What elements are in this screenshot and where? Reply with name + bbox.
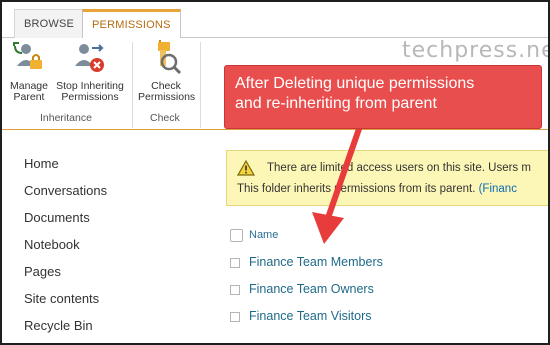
group-link-finance-team-owners[interactable]: Finance Team Owners [249,282,374,296]
screenshot-frame: BROWSE PERMISSIONS Manage Parent Stop In… [0,0,550,345]
manage-parent-icon [13,42,42,69]
row-checkbox[interactable] [230,258,240,268]
stop-inheriting-label-2: Permissions [61,91,119,103]
row-checkbox[interactable] [230,312,240,322]
warning-icon [237,160,255,176]
tab-permissions[interactable]: PERMISSIONS [82,9,181,39]
nav-item-conversations[interactable]: Conversations [24,182,107,209]
group-inheritance-label: Inheritance [40,112,92,124]
ribbon-tab-bar: BROWSE PERMISSIONS [2,2,548,39]
status-bar: There are limited access users on this s… [226,150,548,206]
manage-parent-button[interactable]: Manage Parent [8,40,50,103]
row-checkbox[interactable] [230,285,240,295]
watermark: techpress.net [402,38,550,63]
annotation-arrow [312,123,363,244]
nav-item-site-contents[interactable]: Site contents [24,290,107,317]
callout-line-2: and re-inheriting from parent [235,95,437,112]
check-permissions-icon [158,40,182,75]
nav-item-home[interactable]: Home [24,155,107,182]
nav-item-recycle-bin[interactable]: Recycle Bin [24,317,107,343]
select-all-checkbox[interactable] [230,229,243,242]
tab-browse[interactable]: BROWSE [14,9,85,38]
stop-inheriting-icon [75,44,104,72]
group-check-label: Check [150,112,180,124]
nav-item-pages[interactable]: Pages [24,263,107,290]
manage-parent-label-2: Parent [13,91,45,103]
ribbon-group-separator [132,42,133,128]
group-link-finance-team-members[interactable]: Finance Team Members [249,255,383,269]
stop-inheriting-permissions-button[interactable]: Stop Inheriting Permissions [54,40,126,103]
callout-line-1: After Deleting unique permissions [235,75,475,92]
check-permissions-button[interactable]: Check Permissions [138,40,196,103]
group-link-finance-team-visitors[interactable]: Finance Team Visitors [249,309,372,323]
column-header-name[interactable]: Name [249,229,278,241]
check-permissions-label-2: Permissions [138,91,196,103]
status-parent-link[interactable]: (Financ [479,183,517,195]
ribbon-group-separator-2 [200,42,201,128]
nav-item-notebook[interactable]: Notebook [24,236,107,263]
left-navigation: Home Conversations Documents Notebook Pa… [24,155,107,343]
nav-item-documents[interactable]: Documents [24,209,107,236]
annotation-callout: After Deleting unique permissions and re… [224,65,542,129]
